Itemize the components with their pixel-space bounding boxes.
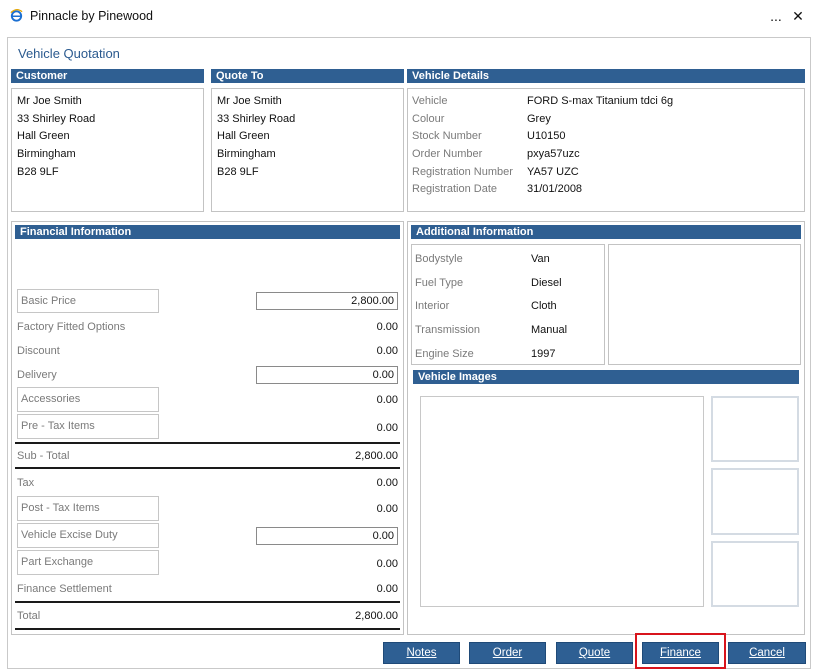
quote-button[interactable]: Quote (556, 642, 633, 664)
window-close-button[interactable]: ✕ (787, 6, 809, 26)
vehicle-value: FORD S-max Titanium tdci 6g (527, 95, 674, 107)
tax-value: 0.00 (376, 477, 398, 489)
customer-name: Mr Joe Smith (17, 95, 82, 107)
quote-to-city: Birmingham (217, 148, 276, 160)
stock-number-value: U10150 (527, 130, 566, 142)
post-tax-items-button[interactable]: Post - Tax Items (17, 496, 159, 521)
vehicle-image-thumbnail[interactable] (711, 468, 799, 535)
title-bar: Pinnacle by Pinewood ... ✕ (0, 0, 814, 34)
window-menu-button[interactable]: ... (765, 6, 787, 26)
factory-options-value: 0.00 (376, 321, 398, 333)
vehicle-image-thumbnail[interactable] (711, 396, 799, 462)
basic-price-input[interactable]: 2,800.00 (256, 292, 398, 310)
registration-date-value: 31/01/2008 (527, 183, 583, 195)
order-button[interactable]: Order (469, 642, 546, 664)
fuel-type-value: Diesel (531, 277, 562, 289)
fuel-type-label: Fuel Type (415, 277, 464, 289)
engine-size-value: 1997 (531, 348, 556, 360)
interior-value: Cloth (531, 300, 557, 312)
divider-line (15, 442, 400, 444)
quote-to-address-2: Hall Green (217, 130, 270, 142)
part-exchange-value: 0.00 (376, 558, 398, 570)
discount-value: 0.00 (376, 345, 398, 357)
engine-size-label: Engine Size (415, 348, 474, 360)
transmission-label: Transmission (415, 324, 480, 336)
vehicle-details-header: Vehicle Details (407, 69, 805, 83)
cancel-button[interactable]: Cancel (728, 642, 806, 664)
vehicle-image-main[interactable] (420, 396, 704, 607)
accessories-value: 0.00 (376, 394, 398, 406)
accessories-button[interactable]: Accessories (17, 387, 159, 412)
customer-address-1: 33 Shirley Road (17, 113, 96, 125)
quote-to-address-1: 33 Shirley Road (217, 113, 296, 125)
customer-panel: Mr Joe Smith 33 Shirley Road Hall Green … (11, 88, 204, 212)
internet-explorer-icon (9, 8, 24, 23)
customer-address-2: Hall Green (17, 130, 70, 142)
vehicle-excise-duty-input[interactable]: 0.00 (256, 527, 398, 545)
discount-label: Discount (17, 345, 60, 357)
vehicle-image-thumbnail[interactable] (711, 541, 799, 607)
delivery-label: Delivery (17, 369, 57, 381)
additional-details-box: Bodystyle Van Fuel Type Diesel Interior … (411, 244, 605, 365)
finance-button[interactable]: Finance (642, 642, 719, 664)
quote-to-header: Quote To (211, 69, 404, 83)
quote-to-panel: Mr Joe Smith 33 Shirley Road Hall Green … (211, 88, 404, 212)
quote-to-name: Mr Joe Smith (217, 95, 282, 107)
quote-to-postcode: B28 9LF (217, 166, 259, 178)
transmission-value: Manual (531, 324, 568, 336)
tax-label: Tax (17, 477, 35, 489)
pre-tax-items-button[interactable]: Pre - Tax Items (17, 414, 159, 439)
factory-options-label: Factory Fitted Options (17, 321, 126, 333)
post-tax-items-value: 0.00 (376, 503, 398, 515)
bodystyle-value: Van (531, 253, 550, 265)
finance-settlement-label: Finance Settlement (17, 583, 112, 595)
sub-total-label: Sub - Total (17, 450, 70, 462)
finance-settlement-value: 0.00 (376, 583, 398, 595)
divider-line (15, 467, 400, 469)
sub-total-value: 2,800.00 (355, 450, 398, 462)
financial-header: Financial Information (15, 225, 400, 239)
customer-header: Customer (11, 69, 204, 83)
additional-header: Additional Information (411, 225, 801, 239)
registration-number-label: Registration Number (412, 166, 513, 178)
customer-city: Birmingham (17, 148, 76, 160)
bodystyle-label: Bodystyle (415, 253, 463, 265)
additional-notes-box (608, 244, 801, 365)
pre-tax-items-value: 0.00 (376, 422, 398, 434)
divider-line (15, 601, 400, 603)
part-exchange-button[interactable]: Part Exchange (17, 550, 159, 575)
customer-postcode: B28 9LF (17, 166, 59, 178)
registration-date-label: Registration Date (412, 183, 497, 195)
interior-label: Interior (415, 300, 450, 312)
order-number-label: Order Number (412, 148, 483, 160)
delivery-input[interactable]: 0.00 (256, 366, 398, 384)
vehicle-excise-duty-button[interactable]: Vehicle Excise Duty (17, 523, 159, 548)
notes-button[interactable]: Notes (383, 642, 460, 664)
page-title: Vehicle Quotation (18, 46, 120, 61)
colour-value: Grey (527, 113, 551, 125)
vehicle-images-header: Vehicle Images (413, 370, 799, 384)
basic-price-label: Basic Price (17, 289, 159, 313)
order-number-value: pxya57uzc (527, 148, 580, 160)
vehicle-label: Vehicle (412, 95, 448, 107)
colour-label: Colour (412, 113, 445, 125)
total-value: 2,800.00 (355, 610, 398, 622)
stock-number-label: Stock Number (412, 130, 482, 142)
window-title: Pinnacle by Pinewood (30, 9, 153, 23)
registration-number-value: YA57 UZC (527, 166, 579, 178)
divider-line (15, 628, 400, 630)
vehicle-details-panel: Vehicle FORD S-max Titanium tdci 6g Colo… (407, 88, 805, 212)
total-label: Total (17, 610, 41, 622)
